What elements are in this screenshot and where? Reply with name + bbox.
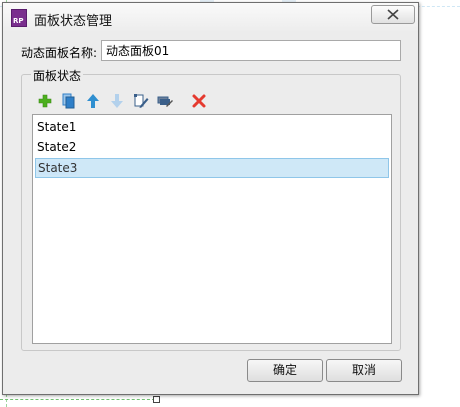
close-icon bbox=[387, 9, 399, 20]
state-label: State3 bbox=[38, 161, 78, 175]
panel-name-label: 动态面板名称: bbox=[21, 46, 98, 60]
edit-all-states-button[interactable] bbox=[156, 92, 174, 110]
duplicate-state-button[interactable] bbox=[60, 92, 78, 110]
ok-button[interactable]: 确定 bbox=[247, 359, 323, 382]
copy-icon bbox=[62, 93, 75, 109]
panel-name-input[interactable] bbox=[101, 40, 401, 61]
state-list-item[interactable]: State2 bbox=[35, 137, 389, 157]
title-bar[interactable]: RP 面板状态管理 bbox=[3, 3, 418, 33]
add-state-button[interactable] bbox=[36, 92, 54, 110]
states-group-legend: 面板状态 bbox=[31, 67, 84, 84]
edit-state-button[interactable] bbox=[132, 92, 150, 110]
state-label: State1 bbox=[37, 120, 77, 134]
app-logo-icon: RP bbox=[11, 9, 27, 27]
edit-icon bbox=[134, 94, 149, 108]
state-list-item-selected[interactable]: State3 bbox=[35, 158, 389, 178]
edit-all-icon bbox=[157, 96, 173, 107]
arrow-up-icon bbox=[87, 94, 99, 108]
canvas-bottom-guide bbox=[0, 399, 155, 400]
states-list[interactable]: State1 State2 State3 bbox=[32, 114, 392, 344]
plus-icon bbox=[38, 94, 52, 108]
cancel-button[interactable]: 取消 bbox=[326, 359, 402, 382]
close-button[interactable] bbox=[371, 5, 415, 24]
selection-handle[interactable] bbox=[153, 396, 160, 403]
state-list-item[interactable]: State1 bbox=[35, 117, 389, 137]
move-up-button[interactable] bbox=[84, 92, 102, 110]
delete-state-button[interactable] bbox=[190, 92, 208, 110]
state-label: State2 bbox=[37, 140, 77, 154]
move-down-button[interactable] bbox=[108, 92, 126, 110]
arrow-down-icon bbox=[111, 94, 123, 108]
delete-icon bbox=[192, 94, 206, 108]
window-title: 面板状态管理 bbox=[34, 14, 113, 29]
